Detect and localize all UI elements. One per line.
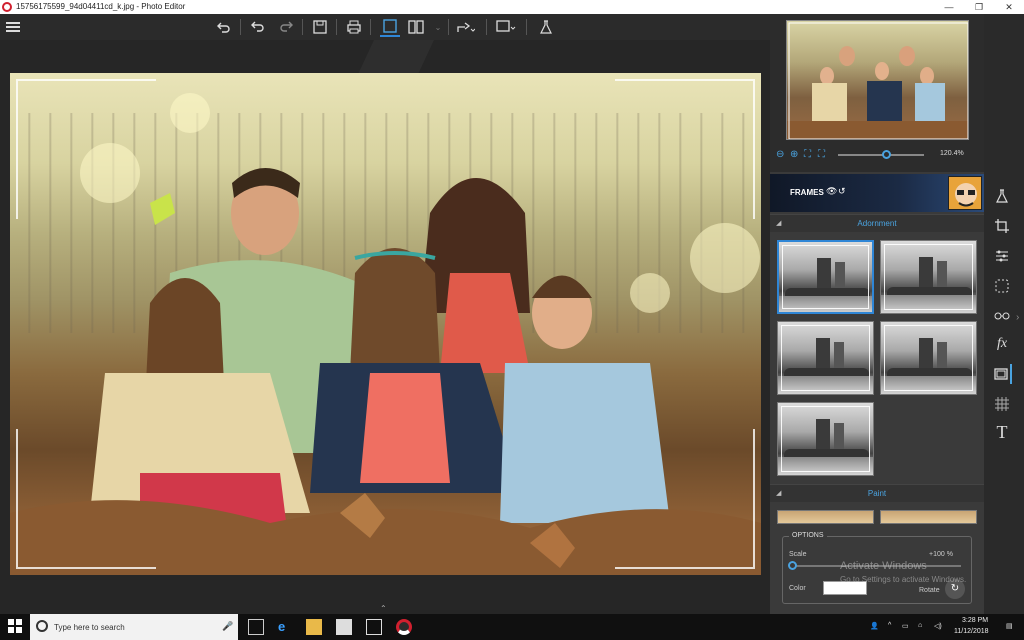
text-tool-icon[interactable]: T <box>992 422 1012 442</box>
zoom-in-icon[interactable]: ⊕ <box>790 149 798 160</box>
tool-icon-bar: fx T › <box>984 14 1024 614</box>
rotate-label: Rotate <box>919 587 940 594</box>
scale-label: Scale <box>789 551 807 558</box>
microphone-icon[interactable]: 🎤 <box>222 621 233 632</box>
paint-section-header[interactable]: ◢ Paint <box>770 484 984 502</box>
battery-icon[interactable]: ▭ <box>902 622 909 630</box>
volume-icon[interactable]: ◁) <box>934 622 942 630</box>
scale-slider-thumb[interactable] <box>788 561 797 570</box>
edge-icon[interactable]: e <box>278 619 294 635</box>
lab-tool-icon[interactable] <box>992 186 1012 206</box>
chevron-up-icon[interactable]: ⌃ <box>380 604 387 613</box>
actual-size-icon[interactable]: ⛶ <box>818 149 825 160</box>
frames-title: FRAMES <box>790 188 824 197</box>
menu-icon[interactable] <box>6 22 20 32</box>
redo-icon[interactable] <box>276 17 296 37</box>
eye-icon[interactable]: 👁 <box>826 186 837 197</box>
taskbar-search[interactable]: Type here to search 🎤 <box>30 614 238 640</box>
navigator: ⊖ ⊕ ⛶ ⛶ 120.4% <box>770 14 984 172</box>
photo-editor-taskbar-icon[interactable] <box>396 619 412 635</box>
crop-icon[interactable] <box>992 216 1012 236</box>
chevron-up-icon[interactable]: ^ <box>888 622 891 629</box>
file-explorer-icon[interactable] <box>306 619 322 635</box>
save-icon[interactable] <box>310 17 330 37</box>
zoom-slider[interactable] <box>838 154 924 156</box>
reset-icon[interactable]: ↺ <box>838 186 846 197</box>
adornment-section-header[interactable]: ◢ Adornment <box>770 214 984 232</box>
frame-corner-top-right <box>615 79 755 219</box>
options-title: OPTIONS <box>789 532 827 539</box>
adjust-sliders-icon[interactable] <box>992 246 1012 266</box>
selection-icon[interactable] <box>992 276 1012 296</box>
print-icon[interactable] <box>344 17 364 37</box>
adornment-label: Adornment <box>857 219 897 228</box>
window-title: 15756175599_94d04411cd_k.jpg - Photo Edi… <box>16 2 186 11</box>
frame-tile-2[interactable] <box>880 240 977 314</box>
zoom-slider-thumb[interactable] <box>882 150 891 159</box>
notifications-icon[interactable]: ▤ <box>1006 622 1013 630</box>
navigator-thumbnail[interactable] <box>786 20 969 140</box>
minimize-button[interactable]: — <box>934 0 964 14</box>
zoom-out-icon[interactable]: ⊖ <box>776 149 784 160</box>
undo-icon[interactable] <box>248 17 268 37</box>
search-icon <box>36 620 48 632</box>
frame-tile-1[interactable] <box>777 240 874 314</box>
compare-view-icon[interactable] <box>406 17 426 37</box>
task-view-icon[interactable] <box>248 619 264 635</box>
store-icon[interactable] <box>336 619 352 635</box>
canvas-area <box>0 40 770 606</box>
windows-taskbar: Type here to search 🎤 e 👤 ^ ▭ ⌂ ◁) 3:28 … <box>0 614 1024 640</box>
frame-corner-bottom-left <box>16 429 156 569</box>
frames-header: FRAMES 👁 ↺ <box>770 174 984 212</box>
chevron-right-icon[interactable]: › <box>1016 312 1019 323</box>
single-view-icon[interactable] <box>380 17 400 37</box>
restore-button[interactable]: ❐ <box>964 0 994 14</box>
canvas-bottom-strip: ⌃ <box>0 604 770 614</box>
frame-tile-3[interactable] <box>777 321 874 395</box>
paint-tile-1[interactable] <box>777 510 874 524</box>
scale-value: +100 % <box>929 551 953 558</box>
activation-watermark-text: Go to Settings to activate Windows. <box>840 575 967 584</box>
texture-icon[interactable] <box>992 394 1012 414</box>
lab-icon[interactable] <box>536 17 556 37</box>
activation-watermark-title: Activate Windows <box>840 560 927 572</box>
title-bar: 15756175599_94d04411cd_k.jpg - Photo Edi… <box>0 0 1024 14</box>
fit-to-screen-icon[interactable]: ⛶ <box>804 149 811 160</box>
photo-canvas[interactable] <box>10 73 761 575</box>
frames-icon[interactable] <box>992 364 1012 384</box>
chevron-down-icon[interactable]: ⌄ <box>428 17 448 37</box>
side-panel: ⊖ ⊕ ⛶ ⛶ 120.4% FRAMES 👁 ↺ ◢ Adornment ◢ … <box>770 14 984 614</box>
zoom-controls: ⊖ ⊕ ⛶ ⛶ 120.4% <box>770 146 984 164</box>
export-icon[interactable] <box>496 17 516 37</box>
close-button[interactable]: ✕ <box>994 0 1024 14</box>
glasses-icon[interactable] <box>992 306 1012 326</box>
windows-start-icon[interactable] <box>8 619 24 635</box>
clock-date[interactable]: 11/12/2018 <box>954 628 989 635</box>
effects-icon[interactable]: fx <box>992 334 1012 354</box>
color-label: Color <box>789 585 806 592</box>
frame-corner-top-left <box>16 79 156 219</box>
search-placeholder: Type here to search <box>54 623 125 632</box>
people-icon[interactable]: 👤 <box>870 622 879 630</box>
frame-tile-5[interactable] <box>777 402 874 476</box>
main-toolbar: ⌄ <box>0 14 770 40</box>
clock-time[interactable]: 3:28 PM <box>962 617 988 624</box>
paint-tile-2[interactable] <box>880 510 977 524</box>
share-icon[interactable] <box>456 17 476 37</box>
frame-corner-bottom-right <box>615 429 755 569</box>
paint-label: Paint <box>867 489 887 498</box>
app-icon <box>2 2 12 12</box>
undo-all-icon[interactable] <box>214 17 234 37</box>
frames-character-icon <box>948 176 982 210</box>
mail-icon[interactable] <box>366 619 382 635</box>
frame-tile-4[interactable] <box>880 321 977 395</box>
zoom-value: 120.4% <box>940 150 964 157</box>
network-icon[interactable]: ⌂ <box>918 622 922 629</box>
